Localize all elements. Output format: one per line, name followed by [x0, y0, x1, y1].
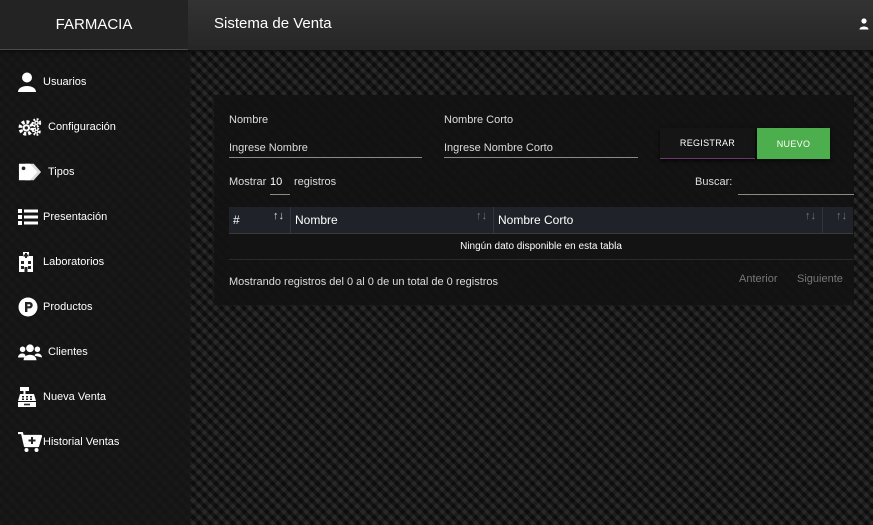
hospital-icon [18, 251, 42, 273]
sidebar-item-productos[interactable]: Productos [18, 295, 93, 319]
sidebar-item-usuarios[interactable]: Usuarios [18, 70, 86, 94]
pagination-previous[interactable]: Anterior [739, 273, 778, 285]
sort-icon: ↑↓ [836, 210, 847, 222]
sidebar-item-label: Configuración [48, 121, 116, 133]
user-menu-icon[interactable] [859, 17, 869, 30]
gears-icon [18, 116, 42, 138]
column-header-nombre[interactable]: Nombre ↑↓ [291, 207, 494, 233]
main-panel: Nombre Nombre Corto REGISTRAR NUEVO Most… [214, 95, 854, 305]
nombre-corto-input[interactable] [444, 138, 638, 158]
sidebar-item-nueva-venta[interactable]: Nueva Venta [18, 385, 106, 409]
sidebar-item-label: Nueva Venta [43, 391, 106, 403]
registrar-button[interactable]: REGISTRAR [660, 128, 755, 159]
search-input[interactable] [738, 175, 854, 195]
nombre-input[interactable] [229, 138, 422, 158]
sidebar-item-label: Clientes [48, 346, 88, 358]
user-icon [18, 71, 42, 93]
sidebar-item-presentacion[interactable]: Presentación [18, 205, 107, 229]
top-navbar: FARMACIA Sistema de Venta [0, 0, 873, 50]
table-header: # ↑↓ Nombre ↑↓ Nombre Corto ↑↓ ↑↓ [229, 207, 853, 234]
cash-register-icon [18, 386, 42, 408]
column-header-nombre-corto[interactable]: Nombre Corto ↑↓ [494, 207, 823, 233]
app-title: Sistema de Venta [214, 15, 332, 32]
sidebar-item-label: Laboratorios [43, 256, 105, 268]
pagination-next[interactable]: Siguiente [797, 273, 843, 285]
data-table: # ↑↓ Nombre ↑↓ Nombre Corto ↑↓ ↑↓ Ningún… [229, 207, 853, 260]
sidebar-item-label: Presentación [43, 211, 108, 223]
sidebar-item-label: Tipos [48, 166, 75, 178]
column-header-label: Nombre Corto [498, 213, 574, 227]
empty-table-message: Ningún dato disponible en esta tabla [229, 234, 853, 260]
brand-logo[interactable]: FARMACIA [0, 0, 188, 50]
table-info: Mostrando registros del 0 al 0 de un tot… [229, 276, 499, 288]
sidebar-item-historial-ventas[interactable]: Historial Ventas [18, 430, 119, 454]
show-entries-suffix: registros [294, 176, 337, 188]
column-header-actions[interactable]: ↑↓ [823, 207, 853, 233]
sidebar-item-clientes[interactable]: Clientes [18, 340, 88, 364]
show-entries-prefix: Mostrar [229, 176, 267, 188]
sort-icon: ↑↓ [805, 210, 816, 222]
column-header-index[interactable]: # ↑↓ [229, 207, 291, 233]
nombre-label: Nombre [229, 114, 269, 126]
sidebar-item-laboratorios[interactable]: Laboratorios [18, 250, 104, 274]
sort-icon: ↑↓ [476, 210, 487, 222]
nombre-corto-label: Nombre Corto [444, 114, 514, 126]
nuevo-button[interactable]: NUEVO [757, 128, 830, 159]
sort-icon: ↑↓ [273, 210, 284, 222]
sidebar-item-label: Historial Ventas [43, 436, 120, 448]
users-icon [18, 341, 42, 363]
column-header-label: # [233, 213, 240, 227]
page-length-select[interactable]: 10 [270, 175, 290, 195]
sidebar-item-label: Usuarios [43, 76, 87, 88]
sidebar-item-configuracion[interactable]: Configuración [18, 115, 116, 139]
parking-icon [18, 296, 42, 318]
cart-plus-icon [18, 431, 42, 453]
sidebar-item-label: Productos [43, 301, 93, 313]
sidebar-item-tipos[interactable]: Tipos [18, 160, 75, 184]
list-icon [18, 206, 42, 228]
tags-icon [18, 161, 42, 183]
column-header-label: Nombre [295, 213, 338, 227]
search-label: Buscar: [695, 176, 733, 188]
sidebar: Usuarios Configuración Tipos Presentació… [0, 50, 190, 525]
